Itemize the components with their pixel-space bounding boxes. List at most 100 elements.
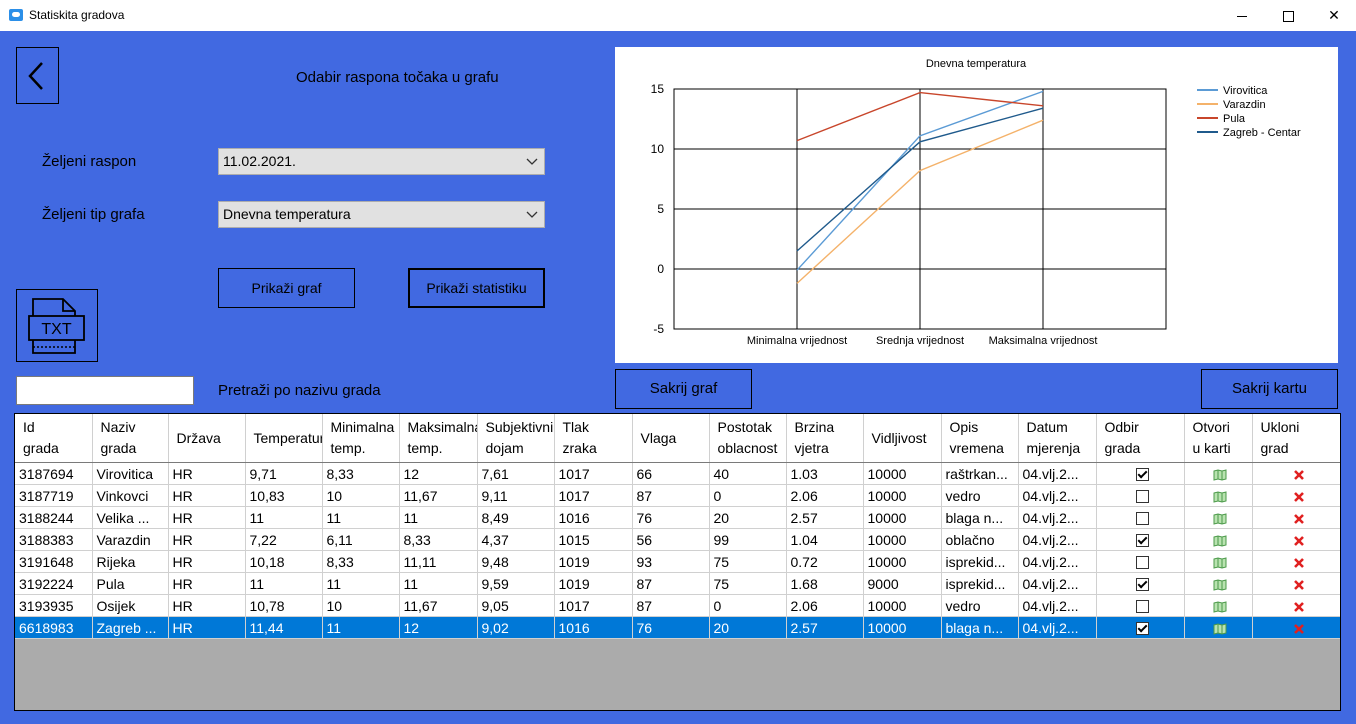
open-map-cell[interactable] <box>1184 572 1253 595</box>
table-cell[interactable]: vedro <box>941 594 1019 617</box>
show-graph-button[interactable]: Prikaži graf <box>218 268 355 308</box>
table-cell[interactable]: 75 <box>709 550 787 573</box>
table-cell[interactable]: 3188244 <box>15 506 93 529</box>
remove-icon[interactable] <box>1293 491 1305 503</box>
table-cell[interactable]: 11 <box>322 572 400 595</box>
table-cell[interactable]: 6,11 <box>322 528 400 551</box>
table-cell[interactable]: 20 <box>709 506 787 529</box>
table-cell[interactable]: 2.06 <box>786 594 864 617</box>
column-header[interactable]: Vlaga <box>632 414 710 463</box>
table-cell[interactable]: 9,59 <box>477 572 555 595</box>
remove-icon[interactable] <box>1293 579 1305 591</box>
table-cell[interactable]: 4,37 <box>477 528 555 551</box>
table-cell[interactable]: 75 <box>709 572 787 595</box>
select-city-cell[interactable] <box>1096 506 1185 529</box>
remove-icon[interactable] <box>1293 469 1305 481</box>
table-cell[interactable]: Virovitica <box>92 462 169 485</box>
column-header[interactable]: Opis vremena <box>941 414 1019 463</box>
table-cell[interactable]: 1019 <box>554 550 633 573</box>
table-cell[interactable]: 11,44 <box>245 616 323 639</box>
table-cell[interactable]: 11 <box>245 572 323 595</box>
table-cell[interactable]: HR <box>168 462 246 485</box>
table-cell[interactable]: 3187694 <box>15 462 93 485</box>
column-header[interactable]: Država <box>168 414 246 463</box>
table-cell[interactable]: 76 <box>632 616 710 639</box>
table-cell[interactable]: 11 <box>322 616 400 639</box>
table-cell[interactable]: 2.06 <box>786 484 864 507</box>
table-cell[interactable]: 12 <box>399 616 478 639</box>
column-header[interactable]: Temperatura <box>245 414 323 463</box>
table-cell[interactable]: Osijek <box>92 594 169 617</box>
table-cell[interactable]: 11,67 <box>399 484 478 507</box>
table-cell[interactable]: 10,78 <box>245 594 323 617</box>
table-cell[interactable]: 8,33 <box>322 550 400 573</box>
table-cell[interactable]: 10000 <box>863 616 942 639</box>
table-cell[interactable]: 04.vlj.2... <box>1018 594 1097 617</box>
map-icon[interactable] <box>1213 513 1227 525</box>
remove-city-cell[interactable] <box>1252 484 1340 507</box>
select-city-cell[interactable] <box>1096 594 1185 617</box>
remove-icon[interactable] <box>1293 623 1305 635</box>
select-city-cell[interactable] <box>1096 462 1185 485</box>
range-select[interactable]: 11.02.2021. <box>218 148 545 175</box>
table-cell[interactable]: 1017 <box>554 484 633 507</box>
table-cell[interactable]: 87 <box>632 594 710 617</box>
table-cell[interactable]: 1.04 <box>786 528 864 551</box>
table-cell[interactable]: 04.vlj.2... <box>1018 484 1097 507</box>
table-row[interactable]: 3188383 Varazdin HR 7,22 6,11 8,33 4,37 1015 56 9… <box>15 528 1340 551</box>
table-cell[interactable]: 87 <box>632 572 710 595</box>
table-row[interactable]: 3193935 Osijek HR 10,78 10 11,67 9,05 1017 87 0 2.… <box>15 594 1340 617</box>
map-icon[interactable] <box>1213 557 1227 569</box>
table-cell[interactable]: HR <box>168 484 246 507</box>
back-button[interactable] <box>16 47 59 104</box>
map-icon[interactable] <box>1213 535 1227 547</box>
table-cell[interactable]: 3191648 <box>15 550 93 573</box>
table-cell[interactable]: 3193935 <box>15 594 93 617</box>
table-cell[interactable]: 9,02 <box>477 616 555 639</box>
open-map-cell[interactable] <box>1184 506 1253 529</box>
table-cell[interactable]: 7,22 <box>245 528 323 551</box>
map-icon[interactable] <box>1213 579 1227 591</box>
close-button[interactable]: ✕ <box>1311 0 1356 31</box>
table-cell[interactable]: Velika ... <box>92 506 169 529</box>
table-cell[interactable]: 10000 <box>863 550 942 573</box>
show-statistics-button[interactable]: Prikaži statistiku <box>408 268 545 308</box>
select-city-checkbox[interactable] <box>1135 556 1149 570</box>
table-cell[interactable]: 2.57 <box>786 506 864 529</box>
table-cell[interactable]: 3192224 <box>15 572 93 595</box>
table-row[interactable]: 3187719 Vinkovci HR 10,83 10 11,67 9,11 1017 87 0… <box>15 484 1340 507</box>
table-cell[interactable]: 10 <box>322 594 400 617</box>
hide-map-button[interactable]: Sakrij kartu <box>1201 369 1338 409</box>
table-cell[interactable]: 10 <box>322 484 400 507</box>
map-icon[interactable] <box>1213 491 1227 503</box>
column-header[interactable]: Ukloni grad <box>1252 414 1340 463</box>
table-cell[interactable]: 1015 <box>554 528 633 551</box>
table-cell[interactable]: HR <box>168 572 246 595</box>
table-cell[interactable]: blaga n... <box>941 616 1019 639</box>
select-city-checkbox[interactable] <box>1135 578 1149 592</box>
column-header[interactable]: Brzina vjetra <box>786 414 864 463</box>
select-city-checkbox[interactable] <box>1135 622 1149 636</box>
table-cell[interactable]: 9,48 <box>477 550 555 573</box>
map-icon[interactable] <box>1213 469 1227 481</box>
table-row[interactable]: 3192224 Pula HR 11 11 11 9,59 1019 87 75 1.68 9000 i… <box>15 572 1340 595</box>
table-cell[interactable]: 1.03 <box>786 462 864 485</box>
column-header[interactable]: Minimalna temp. <box>322 414 400 463</box>
select-city-cell[interactable] <box>1096 550 1185 573</box>
table-cell[interactable]: 1016 <box>554 616 633 639</box>
table-cell[interactable]: 04.vlj.2... <box>1018 550 1097 573</box>
column-header[interactable]: Tlak zraka <box>554 414 633 463</box>
remove-city-cell[interactable] <box>1252 462 1340 485</box>
table-cell[interactable]: 11,11 <box>399 550 478 573</box>
export-txt-button[interactable]: TXT <box>16 289 98 362</box>
remove-city-cell[interactable] <box>1252 506 1340 529</box>
table-cell[interactable]: raštrkan... <box>941 462 1019 485</box>
table-cell[interactable]: 7,61 <box>477 462 555 485</box>
column-header[interactable]: Odbir grada <box>1096 414 1185 463</box>
select-city-checkbox[interactable] <box>1135 600 1149 614</box>
column-header[interactable]: Datum mjerenja <box>1018 414 1097 463</box>
map-icon[interactable] <box>1213 623 1227 635</box>
table-cell[interactable]: 04.vlj.2... <box>1018 528 1097 551</box>
table-cell[interactable]: 0 <box>709 484 787 507</box>
table-cell[interactable]: HR <box>168 528 246 551</box>
